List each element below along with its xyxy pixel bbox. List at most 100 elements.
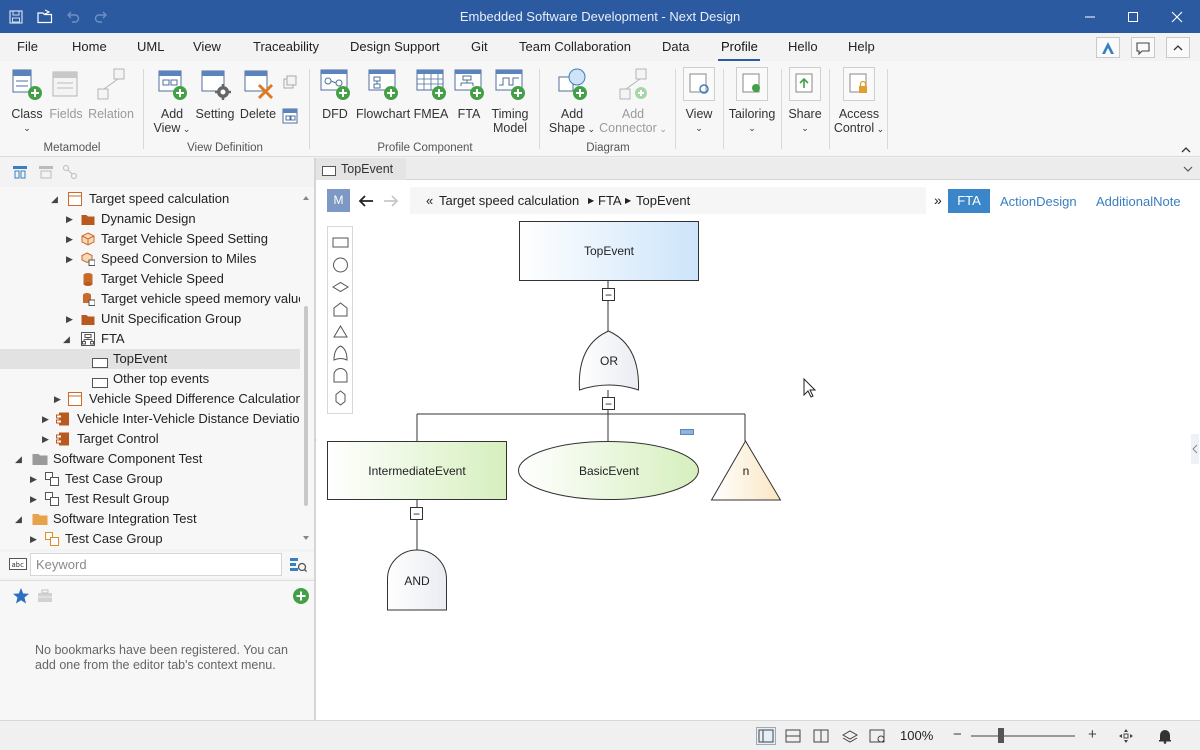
keyword-search-input[interactable]	[30, 553, 282, 576]
tree-item[interactable]: ▶ Unit Specification Group	[0, 309, 300, 329]
menu-uml[interactable]: UML	[137, 39, 164, 54]
layers-icon[interactable]	[841, 728, 859, 744]
collapse-toggle[interactable]: −	[602, 397, 615, 411]
editor-tab[interactable]: TopEvent	[316, 158, 406, 180]
expanded-arrow-icon[interactable]: ◢	[63, 329, 73, 349]
fmea-button[interactable]: FMEA	[413, 67, 449, 121]
collapsed-arrow-icon[interactable]: ▶	[66, 249, 76, 269]
timing-model-button[interactable]: Timing Model	[489, 67, 531, 135]
tree-item[interactable]: Other top events	[0, 369, 300, 389]
selection-handle[interactable]	[680, 429, 694, 435]
tab-list-dropdown-icon[interactable]	[1182, 163, 1194, 178]
minimize-button[interactable]	[1067, 0, 1113, 33]
collapsed-arrow-icon[interactable]: ▶	[66, 229, 76, 249]
breadcrumb-item[interactable]: FTA	[598, 187, 622, 214]
menu-data[interactable]: Data	[662, 39, 689, 54]
menu-help[interactable]: Help	[848, 39, 875, 54]
search-mode-icon[interactable]: abc	[9, 557, 27, 574]
zoom-slider-thumb[interactable]	[998, 728, 1004, 743]
menu-traceability[interactable]: Traceability	[253, 39, 319, 54]
ribbon-collapse-icon[interactable]	[1180, 143, 1194, 155]
delete-button[interactable]: Delete	[238, 67, 278, 121]
fit-view-icon[interactable]	[869, 728, 885, 744]
bookmark-star-icon[interactable]	[12, 587, 30, 608]
collapsed-arrow-icon[interactable]: ▶	[42, 409, 52, 429]
intermediate-event-node[interactable]: IntermediateEvent	[327, 441, 507, 500]
expanded-arrow-icon[interactable]: ◢	[15, 449, 25, 469]
add-bookmark-icon[interactable]	[292, 587, 310, 608]
menu-design-support[interactable]: Design Support	[350, 39, 440, 54]
relation-view-icon[interactable]	[62, 164, 78, 183]
relation-button[interactable]: Relation	[88, 67, 134, 121]
collapsed-arrow-icon[interactable]: ▶	[30, 529, 40, 549]
menu-view[interactable]: View	[193, 39, 221, 54]
tree-item[interactable]: ▶ Dynamic Design	[0, 209, 300, 229]
tree-item[interactable]: ◢ Software Component Test	[0, 449, 300, 469]
zoom-slider-track[interactable]	[971, 735, 1075, 737]
tree-item[interactable]: ▶ Test Result Group	[0, 489, 300, 509]
copy-view-icon[interactable]	[282, 75, 298, 91]
tree-item[interactable]: ▶ Speed Conversion to Miles	[0, 249, 300, 269]
logo-icon[interactable]	[1096, 37, 1120, 58]
tree-item[interactable]: ◢ Target speed calculation	[0, 189, 300, 209]
top-event-node[interactable]: TopEvent	[519, 221, 699, 281]
zoom-out-button[interactable]: −	[953, 726, 962, 743]
tree-item[interactable]: ▶ Vehicle Speed Difference Calculation	[0, 389, 300, 409]
tree-item[interactable]: ▶ Target Vehicle Speed Setting	[0, 229, 300, 249]
zoom-in-button[interactable]: +	[1088, 726, 1097, 743]
collapse-toggle[interactable]: −	[602, 288, 615, 302]
menu-file[interactable]: File	[17, 39, 38, 54]
collapse-toggle[interactable]: −	[410, 507, 423, 521]
layout-vertical-split-icon[interactable]	[813, 728, 829, 744]
view-tab-fta[interactable]: FTA	[948, 189, 990, 213]
notification-bell-icon[interactable]	[1157, 728, 1173, 744]
collapsed-arrow-icon[interactable]: ▶	[42, 429, 52, 449]
menu-git[interactable]: Git	[471, 39, 488, 54]
menu-team-collaboration[interactable]: Team Collaboration	[519, 39, 631, 54]
close-button[interactable]	[1154, 0, 1200, 33]
dfd-button[interactable]: DFD	[318, 67, 352, 121]
view-tab-additionalnote[interactable]: AdditionalNote	[1096, 194, 1181, 209]
filter-options-icon[interactable]	[289, 556, 308, 577]
tree-item[interactable]: Target vehicle speed memory value	[0, 289, 300, 309]
class-button[interactable]: Class ⌄	[9, 67, 45, 135]
tailoring-button[interactable]: Tailoring ⌄	[726, 67, 778, 135]
tree-item[interactable]: ▶ Test Case Group	[0, 529, 300, 549]
view-order-icon[interactable]	[282, 108, 298, 124]
basic-event-node[interactable]: BasicEvent	[518, 441, 699, 500]
tree-item[interactable]: Target Vehicle Speed	[0, 269, 300, 289]
transfer-node[interactable]: n	[710, 440, 782, 501]
share-button[interactable]: Share ⌄	[787, 67, 823, 135]
collapse-ribbon-icon[interactable]	[1166, 37, 1190, 58]
view-tab-actiondesign[interactable]: ActionDesign	[1000, 194, 1077, 209]
add-shape-button[interactable]: Add Shape ⌄	[548, 67, 596, 136]
view-button[interactable]: View ⌄	[682, 67, 716, 135]
tree-item[interactable]: ▶ Test Case Group	[0, 469, 300, 489]
fta-button[interactable]: FTA	[452, 67, 486, 121]
tree-scrollbar[interactable]	[301, 190, 311, 546]
overflow-chevron[interactable]: »	[934, 192, 942, 208]
collapsed-arrow-icon[interactable]: ▶	[30, 489, 40, 509]
menu-profile[interactable]: Profile	[721, 39, 758, 54]
tree-item-selected[interactable]: TopEvent	[0, 349, 300, 369]
pan-move-icon[interactable]	[1118, 728, 1134, 744]
back-arrow-icon[interactable]	[357, 192, 375, 213]
filter-view-icon[interactable]	[38, 164, 54, 183]
flowchart-button[interactable]: Flowchart	[356, 67, 410, 121]
layout-horizontal-split-icon[interactable]	[785, 728, 801, 744]
expanded-arrow-icon[interactable]: ◢	[15, 509, 25, 529]
model-mode-badge[interactable]: M	[327, 189, 350, 212]
add-view-button[interactable]: Add View ⌄	[152, 67, 192, 136]
collapsed-arrow-icon[interactable]: ▶	[66, 209, 76, 229]
expanded-arrow-icon[interactable]: ◢	[51, 189, 61, 209]
tree-item[interactable]: ▶ Vehicle Inter-Vehicle Distance Deviati…	[0, 409, 300, 429]
tree-view-icon[interactable]	[12, 164, 28, 183]
collapsed-arrow-icon[interactable]: ▶	[66, 309, 76, 329]
access-control-button[interactable]: Access Control ⌄	[833, 67, 885, 136]
add-connector-button[interactable]: Add Connector ⌄	[599, 67, 667, 136]
and-gate-node[interactable]: AND	[387, 549, 447, 611]
breadcrumb-item[interactable]: Target speed calculation	[439, 187, 579, 214]
breadcrumb-item[interactable]: TopEvent	[636, 187, 690, 214]
toolbox-icon[interactable]	[37, 588, 53, 607]
tree-item[interactable]: ◢ FTA	[0, 329, 300, 349]
